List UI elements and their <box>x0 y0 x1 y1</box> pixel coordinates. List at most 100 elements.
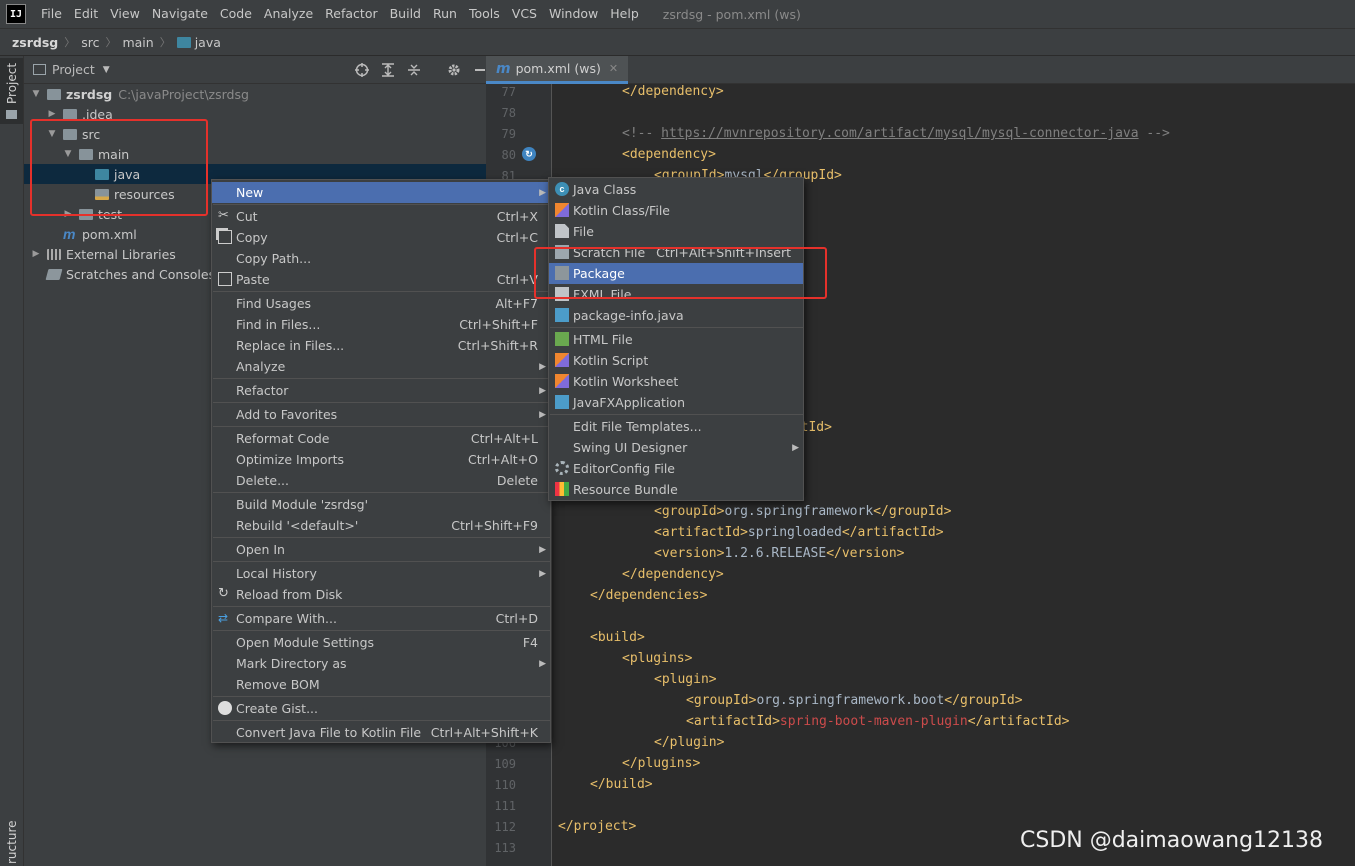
code-line: </plugin> <box>654 735 724 750</box>
annotation-box-src-tree <box>30 119 208 216</box>
project-view-title[interactable]: Project <box>52 62 95 77</box>
new-menu-item-package-info-java[interactable]: package-info.java <box>549 305 803 326</box>
menu-tools[interactable]: Tools <box>463 0 506 28</box>
new-menu-item-html-file[interactable]: HTML File <box>549 329 803 350</box>
ctx-menu-item-build-module-zsrdsg[interactable]: Build Module 'zsrdsg' <box>212 494 550 515</box>
code-token: </build> <box>590 777 653 792</box>
menu-view[interactable]: View <box>104 0 146 28</box>
menu-run[interactable]: Run <box>427 0 463 28</box>
menu-item-shortcut: Ctrl+Shift+R <box>457 338 538 353</box>
menu-edit[interactable]: Edit <box>68 0 104 28</box>
scissors-icon: ✂ <box>218 208 229 223</box>
expand-all-icon[interactable] <box>380 62 396 78</box>
menu-vcs[interactable]: VCS <box>506 0 543 28</box>
code-token: <groupId> <box>686 693 757 708</box>
ctx-menu-item-open-module-settings[interactable]: Open Module Settings F4 <box>212 632 550 653</box>
new-menu-item-kotlin-worksheet[interactable]: Kotlin Worksheet <box>549 371 803 392</box>
chevron-down-icon[interactable]: ▼ <box>103 65 110 75</box>
code-token: </version> <box>826 546 905 561</box>
ctx-menu-item-replace-in-files[interactable]: Replace in Files... Ctrl+Shift+R <box>212 335 550 356</box>
ctx-menu-item-rebuild-default[interactable]: Rebuild '<default>' Ctrl+Shift+F9 <box>212 515 550 536</box>
breadcrumb-main[interactable]: main <box>122 35 153 50</box>
menu-item-label: Delete... <box>236 473 289 488</box>
editor-tab-bar: m pom.xml (ws) ✕ <box>486 56 1355 84</box>
ctx-menu-item-mark-directory-as[interactable]: Mark Directory as ▶ <box>212 653 550 674</box>
ctx-menu-item-delete[interactable]: Delete... Delete <box>212 470 550 491</box>
maven-icon: m <box>496 60 511 77</box>
main-menu: File Edit View Navigate Code Analyze Refactor B… <box>35 0 645 28</box>
menu-window[interactable]: Window <box>543 0 604 28</box>
ctx-menu-item-find-in-files[interactable]: Find in Files... Ctrl+Shift+F <box>212 314 550 335</box>
menu-help[interactable]: Help <box>604 0 645 28</box>
menu-item-label: Optimize Imports <box>236 452 345 467</box>
menu-navigate[interactable]: Navigate <box>146 0 214 28</box>
collapse-all-icon[interactable] <box>406 62 422 78</box>
tree-item-zsrdsg[interactable]: ▼ zsrdsg C:\javaProject\zsrdsg <box>24 84 486 104</box>
ctx-menu-item-reload-from-disk[interactable]: ↻ Reload from Disk <box>212 584 550 605</box>
new-menu-item-edit-file-templates[interactable]: Edit File Templates... <box>549 416 803 437</box>
gear-icon[interactable] <box>446 62 462 78</box>
ctx-menu-item-paste[interactable]: Paste Ctrl+V <box>212 269 550 290</box>
ctx-menu-item-open-in[interactable]: Open In ▶ <box>212 539 550 560</box>
ctx-menu-item-optimize-imports[interactable]: Optimize Imports Ctrl+Alt+O <box>212 449 550 470</box>
intellij-logo[interactable]: IJ <box>6 4 26 24</box>
ctx-menu-item-find-usages[interactable]: Find Usages Alt+F7 <box>212 293 550 314</box>
menu-item-shortcut: Alt+F7 <box>495 296 538 311</box>
locate-icon[interactable] <box>354 62 370 78</box>
package-info-icon <box>555 308 569 322</box>
ctx-menu-item-reformat-code[interactable]: Reformat Code Ctrl+Alt+L <box>212 428 550 449</box>
breadcrumb-src[interactable]: src <box>81 35 99 50</box>
menu-refactor[interactable]: Refactor <box>319 0 383 28</box>
structure-tool-tab[interactable]: ructure <box>5 821 19 865</box>
ctx-menu-item-create-gist[interactable]: Create Gist... <box>212 698 550 719</box>
new-menu-item-swing-ui-designer[interactable]: Swing UI Designer ▶ <box>549 437 803 458</box>
code-token: <plugin> <box>654 672 717 687</box>
chevron-right-icon[interactable]: ▶ <box>46 109 58 119</box>
new-menu-item-kotlin-class-file[interactable]: Kotlin Class/File <box>549 200 803 221</box>
tab-pom-xml[interactable]: m pom.xml (ws) ✕ <box>486 56 629 84</box>
code-token: </groupId> <box>944 693 1023 708</box>
ctx-menu-item-refactor[interactable]: Refactor ▶ <box>212 380 550 401</box>
code-line: </dependencies> <box>590 588 707 603</box>
code-token: </plugins> <box>622 756 701 771</box>
new-menu-item-file[interactable]: File <box>549 221 803 242</box>
menu-file[interactable]: File <box>35 0 68 28</box>
code-token: </groupId> <box>873 504 952 519</box>
chevron-down-icon[interactable]: ▼ <box>30 89 42 99</box>
menu-item-shortcut: Delete <box>496 473 538 488</box>
line-number: 78 <box>501 106 516 120</box>
breadcrumb-java[interactable]: java <box>176 34 221 50</box>
breadcrumb-java-label: java <box>194 34 221 50</box>
new-menu-item-resource-bundle[interactable]: Resource Bundle <box>549 479 803 500</box>
submenu-arrow-icon: ▶ <box>539 187 546 198</box>
code-token: <plugins> <box>622 651 693 666</box>
new-menu-item-java-class[interactable]: c Java Class <box>549 179 803 200</box>
breadcrumb-zsrdsg[interactable]: zsrdsg <box>12 35 58 50</box>
ctx-menu-item-compare-with[interactable]: ⇄ Compare With... Ctrl+D <box>212 608 550 629</box>
maven-update-icon[interactable]: ↻ <box>522 147 536 161</box>
line-number: 77 <box>501 85 516 99</box>
new-menu-item-javafxapplication[interactable]: JavaFXApplication <box>549 392 803 413</box>
menu-build[interactable]: Build <box>384 0 427 28</box>
menu-analyze[interactable]: Analyze <box>258 0 319 28</box>
project-tool-tab[interactable]: Project <box>0 58 23 124</box>
file-icon <box>555 224 569 238</box>
ctx-menu-item-local-history[interactable]: Local History ▶ <box>212 563 550 584</box>
menu-item-label: Add to Favorites <box>236 407 338 422</box>
new-menu-item-kotlin-script[interactable]: Kotlin Script <box>549 350 803 371</box>
submenu-arrow-icon: ▶ <box>539 361 546 372</box>
ctx-menu-item-new[interactable]: New ▶ <box>212 182 550 203</box>
menu-code[interactable]: Code <box>214 0 258 28</box>
ctx-menu-item-remove-bom[interactable]: Remove BOM <box>212 674 550 695</box>
project-tool-icon <box>6 110 17 119</box>
ctx-menu-item-copy-path[interactable]: Copy Path... <box>212 248 550 269</box>
chevron-right-icon[interactable]: ▶ <box>30 249 42 259</box>
ctx-menu-item-cut[interactable]: ✂ Cut Ctrl+X <box>212 206 550 227</box>
ctx-menu-item-convert-java-file-to-kotlin-file[interactable]: Convert Java File to Kotlin File Ctrl+Alt… <box>212 722 550 743</box>
new-menu-item-editorconfig-file[interactable]: EditorConfig File <box>549 458 803 479</box>
ctx-menu-item-add-to-favorites[interactable]: Add to Favorites ▶ <box>212 404 550 425</box>
ctx-menu-item-analyze[interactable]: Analyze ▶ <box>212 356 550 377</box>
ctx-menu-item-copy[interactable]: Copy Ctrl+C <box>212 227 550 248</box>
close-icon[interactable]: ✕ <box>609 62 618 75</box>
menu-item-label: Find Usages <box>236 296 312 311</box>
